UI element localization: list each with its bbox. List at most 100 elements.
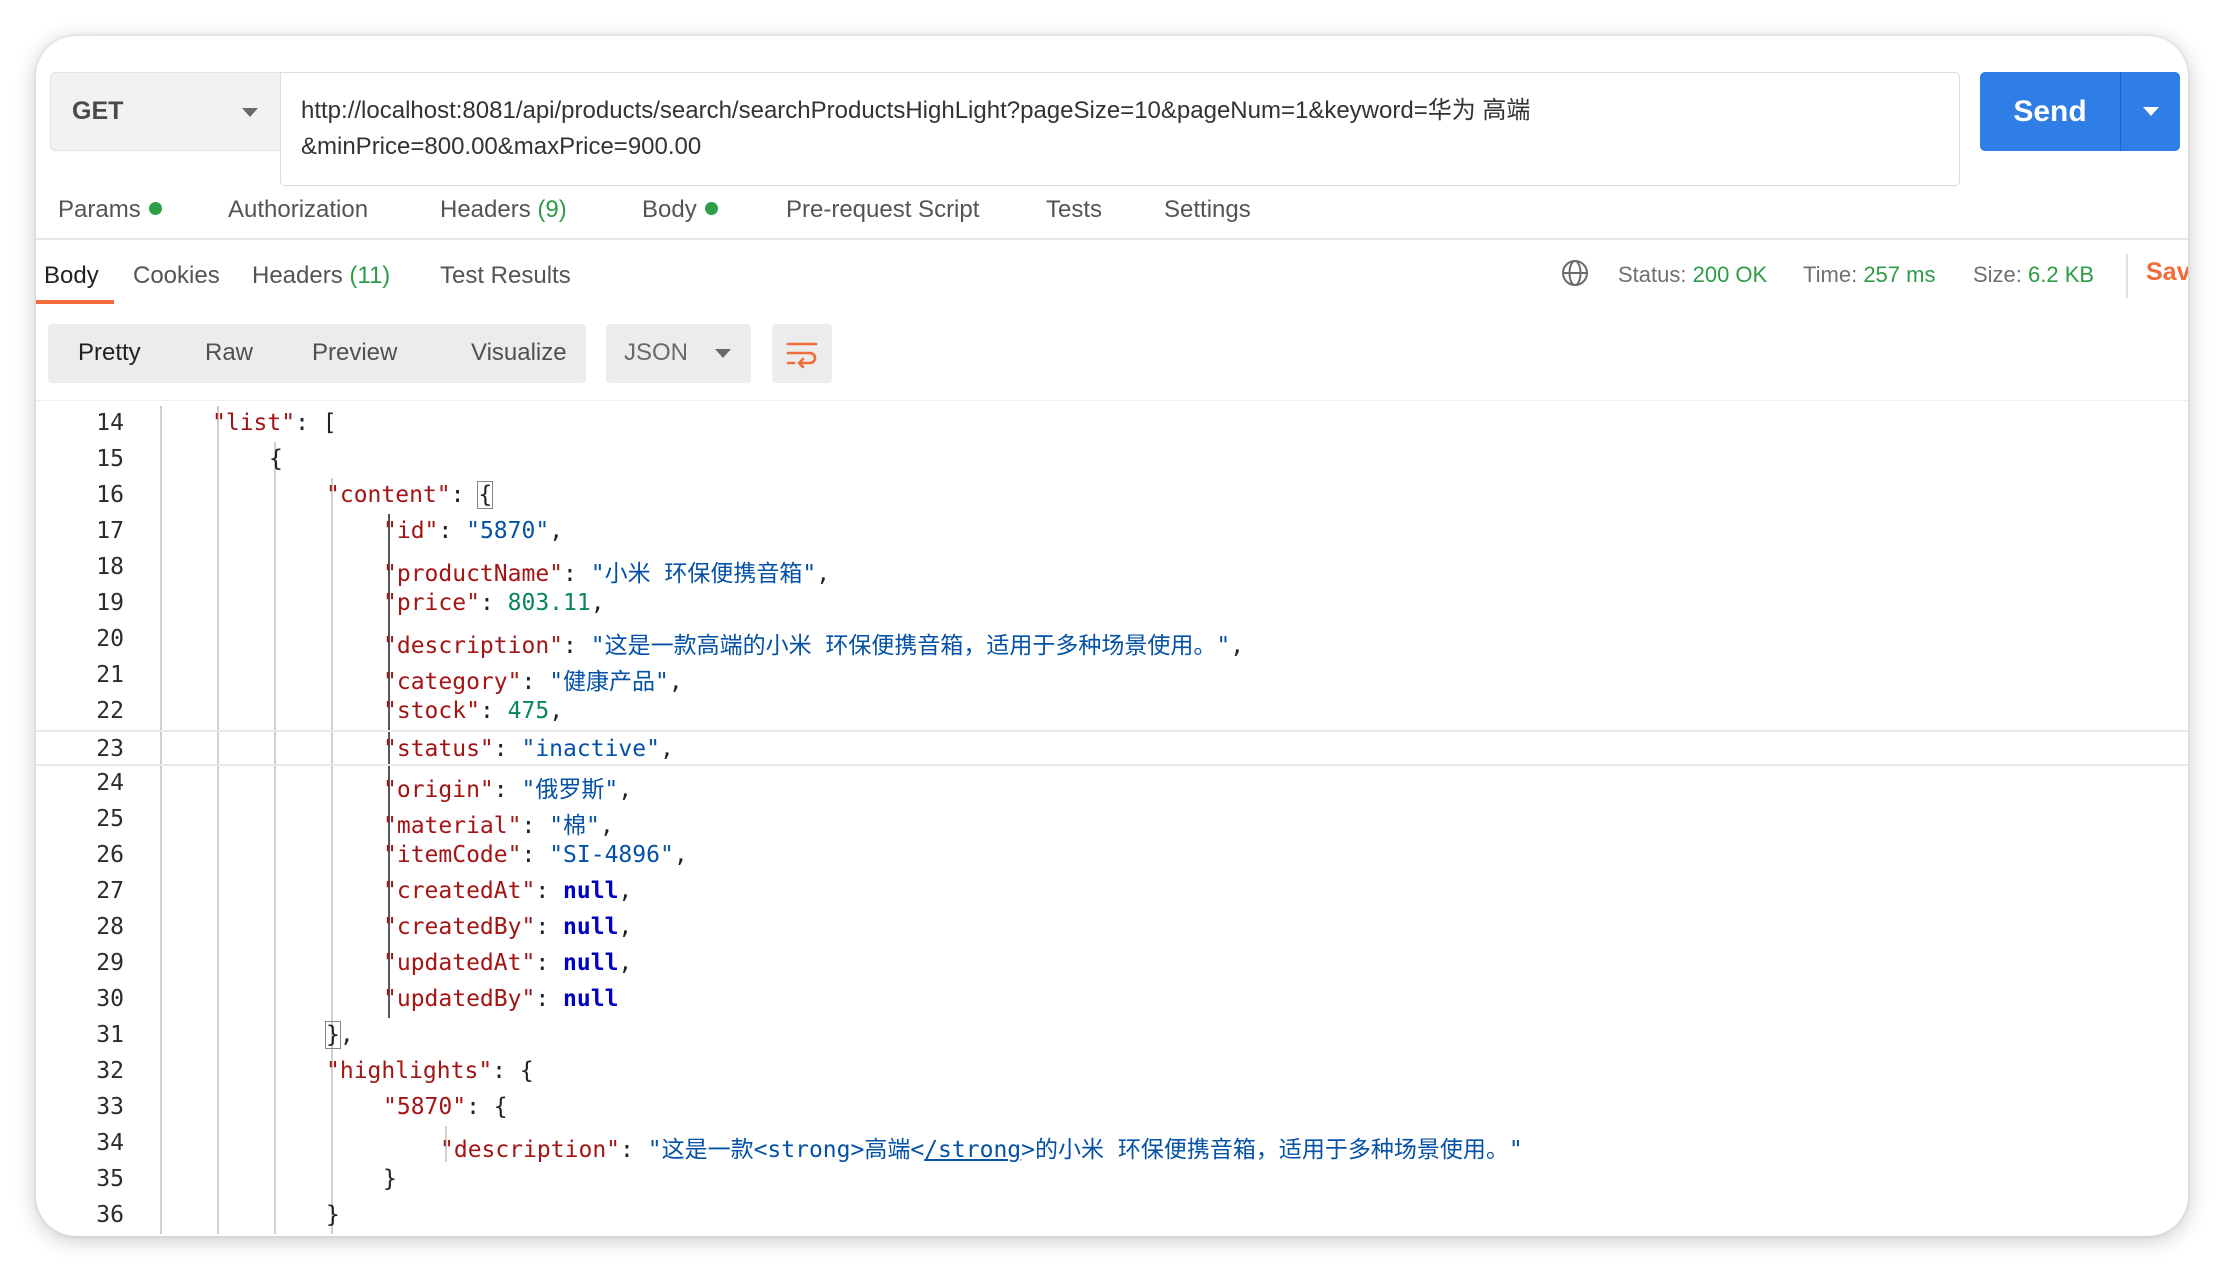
active-tab-underline <box>36 300 114 304</box>
postman-window: GET http://localhost:8081/api/products/s… <box>36 36 2188 1236</box>
code-token: } <box>325 1021 341 1049</box>
chevron-down-icon <box>715 349 731 358</box>
tab-response-headers[interactable]: Headers (11) <box>252 262 390 290</box>
chevron-down-icon <box>242 108 258 117</box>
code-token: } <box>383 1166 397 1192</box>
code-text: "5870": { <box>383 1094 508 1120</box>
tab-label: Params <box>58 196 141 223</box>
response-body-editor[interactable]: 14 "list": [15{16 "content": {17 "id": "587… <box>36 406 2188 1236</box>
code-line: 22 "stock": 475, <box>36 694 2188 730</box>
line-number: 16 <box>96 482 124 508</box>
globe-icon[interactable] <box>1560 258 1590 288</box>
code-line: 15 { <box>36 442 2188 478</box>
code-text: } <box>383 1166 397 1192</box>
view-mode-bar: Pretty Raw Preview Visualize <box>48 324 586 383</box>
tab-headers[interactable]: Headers (9) <box>440 196 567 224</box>
code-token: 803.11 <box>507 590 591 616</box>
code-text: "status": "inactive", <box>383 736 674 762</box>
code-token: : <box>521 669 550 695</box>
code-text: "material": "棉", <box>383 806 614 840</box>
tab-cookies[interactable]: Cookies <box>133 262 220 290</box>
tab-params[interactable]: Params <box>58 196 162 224</box>
code-token: { <box>477 481 494 509</box>
line-number: 30 <box>96 986 124 1012</box>
code-token: "id" <box>383 518 439 544</box>
time-label: Time: <box>1803 262 1858 287</box>
code-text: "origin": "俄罗斯", <box>383 770 632 804</box>
code-token: : <box>438 518 467 544</box>
line-number: 33 <box>96 1094 124 1120</box>
code-token: "updatedAt" <box>383 950 536 976</box>
code-line: 34 "description": "这是一款<strong>高端</strong… <box>36 1126 2188 1163</box>
url-input[interactable]: http://localhost:8081/api/products/searc… <box>280 72 1960 186</box>
code-token: "category" <box>383 669 522 695</box>
tab-authorization[interactable]: Authorization <box>228 196 368 224</box>
status-value[interactable]: 200 OK <box>1693 262 1768 287</box>
line-number: 32 <box>96 1058 124 1084</box>
tab-label: Tests <box>1046 196 1103 223</box>
code-token: null <box>563 878 619 904</box>
code-line: 17 "id": "5870", <box>36 514 2188 550</box>
time-value[interactable]: 257 ms <box>1863 262 1935 287</box>
code-token: "description" <box>383 633 564 659</box>
code-text: "category": "健康产品", <box>383 662 683 696</box>
save-response-button[interactable]: Sav <box>2146 258 2188 287</box>
code-text: "createdAt": null, <box>383 878 632 904</box>
tab-tests[interactable]: Tests <box>1046 196 1102 224</box>
view-visualize[interactable]: Visualize <box>471 339 567 367</box>
code-text: "updatedBy": null <box>383 986 618 1012</box>
size-value[interactable]: 6.2 KB <box>2028 262 2094 287</box>
view-preview[interactable]: Preview <box>312 339 397 367</box>
line-number: 22 <box>96 698 124 724</box>
code-text: "stock": 475, <box>383 698 563 724</box>
code-token: null <box>563 986 619 1012</box>
tab-label: Pre-request Script <box>786 196 980 223</box>
code-token: , <box>549 698 564 724</box>
tab-settings[interactable]: Settings <box>1164 196 1251 224</box>
send-options-button[interactable] <box>2121 72 2180 151</box>
code-line: 32 "highlights": { <box>36 1054 2188 1090</box>
code-token: : <box>479 590 508 616</box>
tab-label: Cookies <box>133 262 220 289</box>
line-number: 23 <box>96 736 124 762</box>
code-token: "棉" <box>549 813 600 839</box>
code-token: "productName" <box>383 561 564 587</box>
code-token: : <box>535 878 564 904</box>
code-text: "updatedAt": null, <box>383 950 632 976</box>
wrap-lines-button[interactable] <box>772 324 832 383</box>
code-token: "健康产品" <box>549 669 669 695</box>
code-token: , <box>618 914 633 940</box>
line-number: 14 <box>96 410 124 436</box>
method-select[interactable]: GET <box>50 72 280 151</box>
tab-response-body[interactable]: Body <box>44 262 99 290</box>
tab-label: Test Results <box>440 262 571 289</box>
code-token: "inactive" <box>521 736 660 762</box>
tab-test-results[interactable]: Test Results <box>440 262 571 290</box>
format-select[interactable]: JSON <box>606 324 751 383</box>
code-token: "itemCode" <box>383 842 522 868</box>
code-token: "status" <box>383 736 494 762</box>
code-token: "createdAt" <box>383 878 536 904</box>
code-token: "5870" <box>383 1094 467 1120</box>
code-token: "俄罗斯" <box>521 777 619 803</box>
code-line: 14 "list": [ <box>36 406 2188 442</box>
code-text: "price": 803.11, <box>383 590 605 616</box>
tab-label: Authorization <box>228 196 369 223</box>
tab-pre-request-script[interactable]: Pre-request Script <box>786 196 979 224</box>
tab-label: Body <box>44 262 99 289</box>
code-line: 18 "productName": "小米 环保便携音箱", <box>36 550 2188 587</box>
code-token: null <box>563 914 619 940</box>
wrap-lines-icon <box>786 342 818 368</box>
size-label: Size: <box>1973 262 2022 287</box>
tab-label: Headers <box>252 262 343 289</box>
line-number: 20 <box>96 626 124 652</box>
view-raw[interactable]: Raw <box>205 339 253 367</box>
send-button[interactable]: Send <box>1980 95 2120 129</box>
code-line: 29 "updatedAt": null, <box>36 946 2188 982</box>
code-token: "updatedBy" <box>383 986 536 1012</box>
line-number: 29 <box>96 950 124 976</box>
view-pretty[interactable]: Pretty <box>78 339 141 367</box>
code-line: 21 "category": "健康产品", <box>36 658 2188 696</box>
tab-body[interactable]: Body <box>642 196 718 224</box>
code-token: : { <box>466 1094 508 1120</box>
